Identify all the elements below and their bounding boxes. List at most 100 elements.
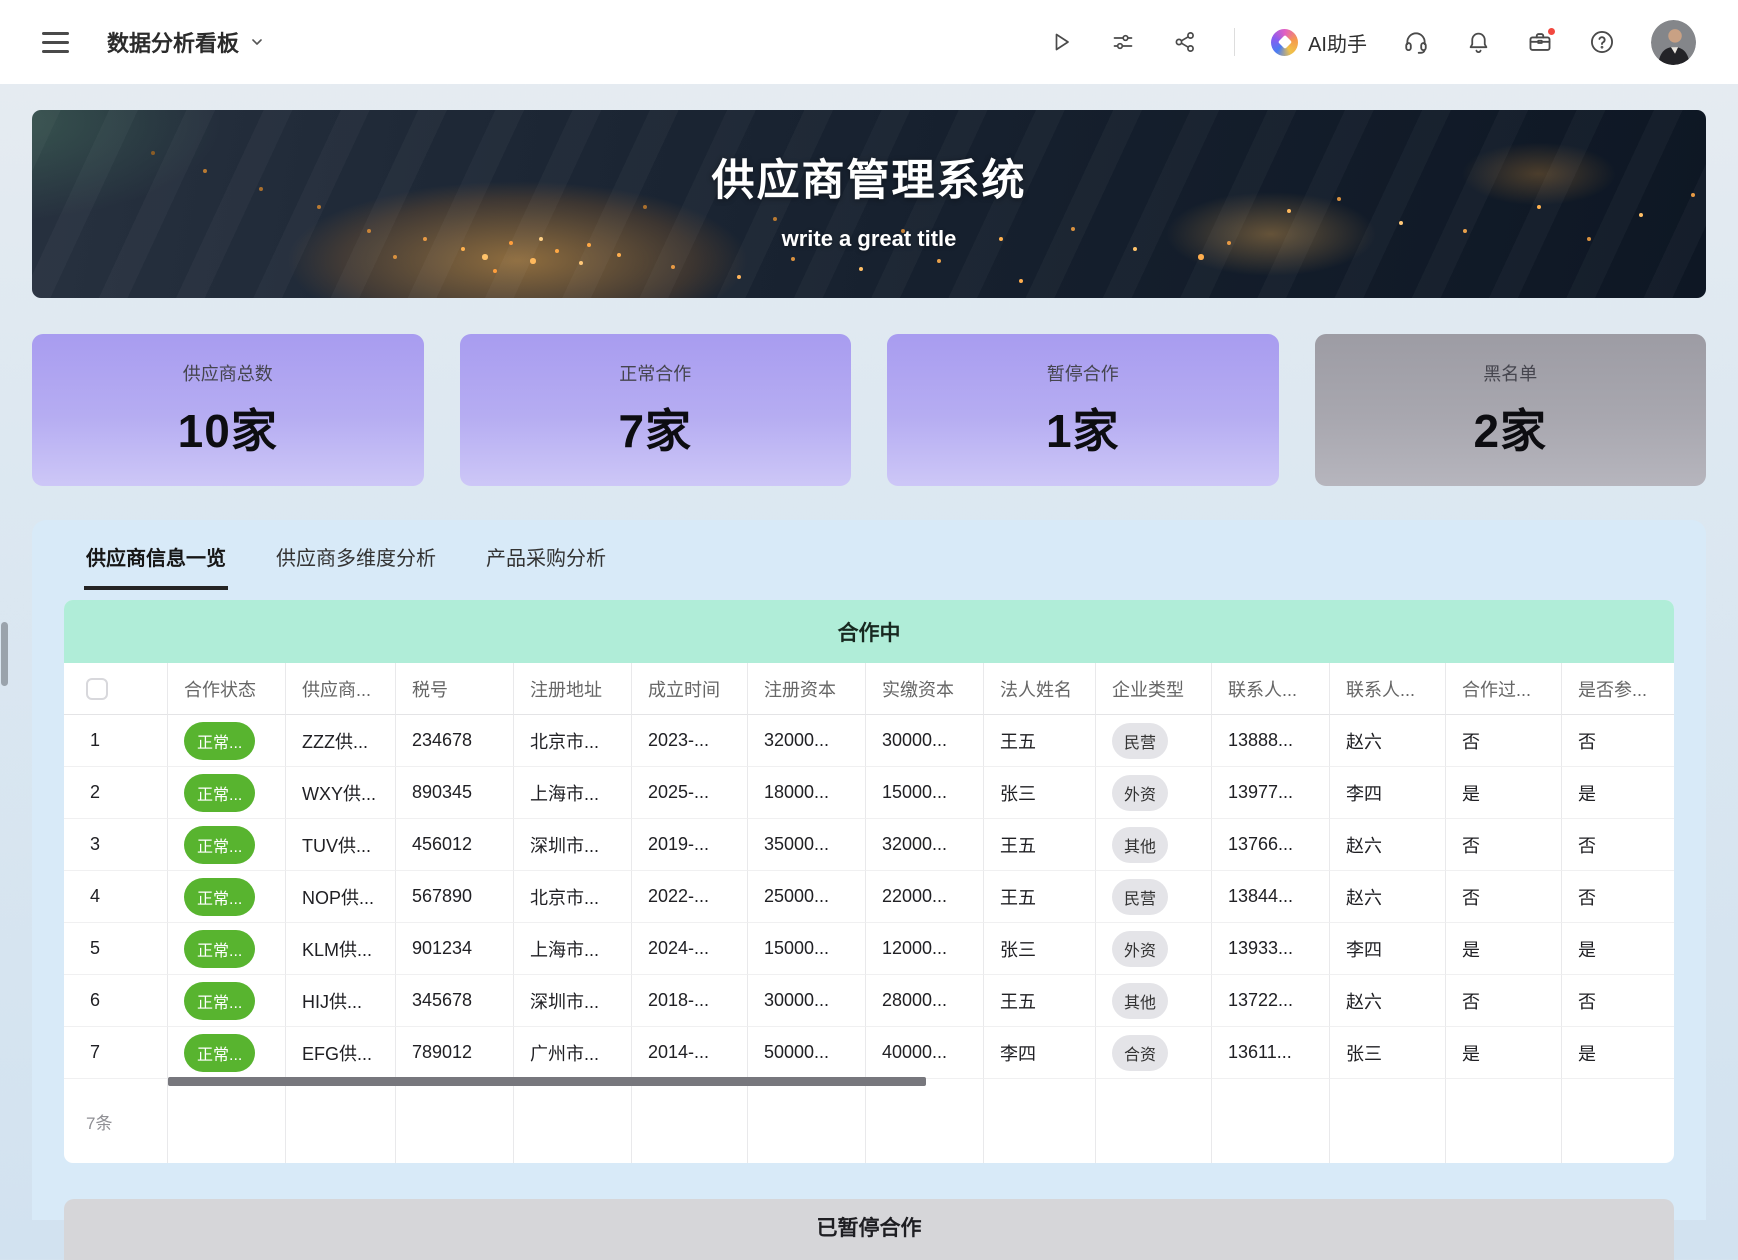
table-cell: 正常...: [168, 819, 286, 871]
table-cell: 35000...: [748, 819, 866, 871]
ai-assistant-button[interactable]: AI助手: [1271, 28, 1367, 57]
table-cell: 345678: [396, 975, 514, 1027]
briefcase-icon[interactable]: [1527, 29, 1553, 55]
table-cell: 234678: [396, 715, 514, 767]
table-cell: 是: [1562, 1027, 1674, 1079]
table-row[interactable]: 2正常...WXY供...890345上海市...2025-...18000..…: [64, 767, 1674, 819]
horizontal-scrollbar[interactable]: [168, 1077, 926, 1086]
company-type-badge: 外资: [1112, 931, 1168, 967]
headset-support-icon[interactable]: [1403, 29, 1429, 55]
row-index: 2: [64, 767, 168, 819]
table-row[interactable]: 5正常...KLM供...901234上海市...2024-...15000..…: [64, 923, 1674, 975]
hero-banner: 供应商管理系统 write a great title: [32, 110, 1706, 298]
table-cell: 901234: [396, 923, 514, 975]
row-index: 6: [64, 975, 168, 1027]
table-cell: 13977...: [1212, 767, 1330, 819]
table-cell: 25000...: [748, 871, 866, 923]
table-cell: 正常...: [168, 1027, 286, 1079]
page-title: 数据分析看板: [107, 26, 239, 58]
paused-section-title: 已暂停合作: [64, 1199, 1674, 1260]
tab-supplier-overview[interactable]: 供应商信息一览: [84, 538, 228, 590]
table-row[interactable]: 6正常...HIJ供...345678深圳市...2018-...30000..…: [64, 975, 1674, 1027]
table-cell: 正常...: [168, 767, 286, 819]
play-icon[interactable]: [1048, 29, 1074, 55]
table-cell: 否: [1446, 871, 1562, 923]
table-row[interactable]: 4正常...NOP供...567890北京市...2022-...25000..…: [64, 871, 1674, 923]
status-badge: 正常...: [184, 1034, 255, 1072]
table-cell: 正常...: [168, 871, 286, 923]
ai-assistant-label: AI助手: [1308, 28, 1367, 57]
table-cell: 其他: [1096, 819, 1212, 871]
table-cell: 其他: [1096, 975, 1212, 1027]
status-badge: 正常...: [184, 878, 255, 916]
table-row[interactable]: 7正常...EFG供...789012广州市...2014-...50000..…: [64, 1027, 1674, 1079]
table-cell: 否: [1446, 975, 1562, 1027]
dashboard-title-dropdown[interactable]: 数据分析看板: [107, 26, 265, 58]
cooperating-table-card: 合作中 合作状态 供应商... 税号 注册地址 成立时间 注册资本 实缴资本 法…: [64, 600, 1674, 1163]
stat-cards-row: 供应商总数 10家 正常合作 7家 暂停合作 1家 黑名单 2家: [32, 334, 1706, 486]
table-cell: 13722...: [1212, 975, 1330, 1027]
table-cell: 28000...: [866, 975, 984, 1027]
notifications-bell-icon[interactable]: [1465, 29, 1491, 55]
row-count: 7条: [64, 1079, 168, 1163]
table-cell: 合资: [1096, 1027, 1212, 1079]
table-cell: 张三: [1330, 1027, 1446, 1079]
table-cell: 是: [1446, 767, 1562, 819]
table-cell: 正常...: [168, 975, 286, 1027]
table-cell: 2022-...: [632, 871, 748, 923]
table-header-row: 合作状态 供应商... 税号 注册地址 成立时间 注册资本 实缴资本 法人姓名 …: [64, 663, 1674, 715]
column-header: 注册地址: [514, 663, 632, 715]
table-cell: 13766...: [1212, 819, 1330, 871]
table-cell: 上海市...: [514, 923, 632, 975]
main-content: 供应商管理系统 write a great title 供应商总数 10家 正常…: [0, 110, 1738, 1220]
user-avatar[interactable]: [1651, 20, 1696, 65]
table-cell: 是: [1446, 1027, 1562, 1079]
table-cell: 是: [1562, 767, 1674, 819]
table-cell: 李四: [984, 1027, 1096, 1079]
column-header: 联系人...: [1212, 663, 1330, 715]
table-cell: 赵六: [1330, 819, 1446, 871]
tab-supplier-analysis[interactable]: 供应商多维度分析: [274, 538, 438, 590]
table-row[interactable]: 3正常...TUV供...456012深圳市...2019-...35000..…: [64, 819, 1674, 871]
column-header: 注册资本: [748, 663, 866, 715]
table-cell: 深圳市...: [514, 975, 632, 1027]
column-header: 税号: [396, 663, 514, 715]
table-cell: 15000...: [866, 767, 984, 819]
table-cell: 否: [1446, 819, 1562, 871]
table-cell: 北京市...: [514, 871, 632, 923]
select-all-checkbox[interactable]: [86, 678, 108, 700]
column-header: 供应商...: [286, 663, 396, 715]
menu-icon[interactable]: [42, 32, 69, 53]
stat-card-normal-cooperation: 正常合作 7家: [460, 334, 852, 486]
table-cell: 13888...: [1212, 715, 1330, 767]
table-cell: 30000...: [748, 975, 866, 1027]
table-cell: 2023-...: [632, 715, 748, 767]
notification-badge: [1546, 26, 1557, 37]
table-body: 1正常...ZZZ供...234678北京市...2023-...32000..…: [64, 715, 1674, 1079]
table-row[interactable]: 1正常...ZZZ供...234678北京市...2023-...32000..…: [64, 715, 1674, 767]
table-cell: 外资: [1096, 923, 1212, 975]
table-cell: 2019-...: [632, 819, 748, 871]
table-cell: 18000...: [748, 767, 866, 819]
table-cell: 王五: [984, 819, 1096, 871]
vertical-scrollbar[interactable]: [1, 622, 8, 686]
table-cell: 正常...: [168, 715, 286, 767]
settings-sliders-icon[interactable]: [1110, 29, 1136, 55]
help-icon[interactable]: [1589, 29, 1615, 55]
table-cell: 13844...: [1212, 871, 1330, 923]
row-index: 1: [64, 715, 168, 767]
table-cell: ZZZ供...: [286, 715, 396, 767]
table-cell: 32000...: [866, 819, 984, 871]
table-cell: 30000...: [866, 715, 984, 767]
tab-procurement-analysis[interactable]: 产品采购分析: [484, 538, 608, 590]
hero-title: 供应商管理系统: [32, 146, 1706, 208]
company-type-badge: 民营: [1112, 723, 1168, 759]
table-cell: 王五: [984, 975, 1096, 1027]
tab-panel: 供应商信息一览 供应商多维度分析 产品采购分析 合作中 合作状态 供应商... …: [32, 520, 1706, 1220]
row-index: 5: [64, 923, 168, 975]
table-cell: WXY供...: [286, 767, 396, 819]
company-type-badge: 合资: [1112, 1035, 1168, 1071]
share-icon[interactable]: [1172, 29, 1198, 55]
tab-bar: 供应商信息一览 供应商多维度分析 产品采购分析: [64, 538, 1674, 590]
table-cell: 789012: [396, 1027, 514, 1079]
